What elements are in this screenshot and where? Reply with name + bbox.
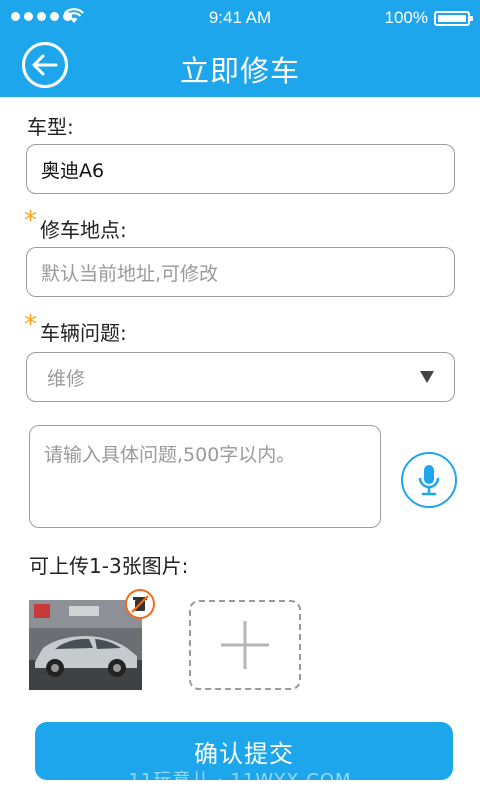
upload-label: 可上传1-3张图片: [29, 554, 189, 578]
location-label: 修车地点: [40, 218, 127, 242]
submit-button-label: 确认提交 [194, 739, 294, 768]
location-placeholder: 默认当前地址,可修改 [41, 262, 219, 285]
car-model-label: 车型: [27, 115, 74, 139]
battery-icon [434, 11, 473, 26]
uploaded-photo[interactable] [29, 600, 142, 690]
description-textarea[interactable]: 请输入具体问题,500字以内。 [29, 425, 381, 528]
car-model-field[interactable]: 奥迪A6 [26, 144, 455, 194]
status-bar: 9:41 AM 100% [0, 0, 480, 34]
description-placeholder: 请输入具体问题,500字以内。 [44, 444, 296, 466]
delete-icon [131, 595, 149, 613]
required-mark: * [24, 206, 37, 236]
watermark: 11玩意儿 · 11WYX.COM [128, 770, 352, 791]
microphone-icon [418, 465, 440, 496]
remove-photo-button[interactable] [125, 589, 155, 619]
location-input[interactable]: 默认当前地址,可修改 [26, 247, 455, 297]
page-title: 立即修车 [179, 54, 300, 88]
battery-percent: 100% [384, 8, 428, 27]
problem-select[interactable]: 维修 [26, 352, 455, 402]
top-bar: 9:41 AM 100% 立即修车 [0, 0, 480, 97]
caret-down-icon [420, 371, 434, 383]
add-photo-button[interactable] [189, 600, 301, 690]
car-photo-image [29, 600, 142, 690]
problem-label: 车辆问题: [40, 321, 127, 345]
problem-selected-value: 维修 [47, 367, 86, 390]
required-mark: * [24, 310, 37, 340]
voice-input-button[interactable] [401, 452, 457, 508]
car-model-value: 奥迪A6 [41, 159, 105, 182]
plus-icon [221, 621, 269, 669]
